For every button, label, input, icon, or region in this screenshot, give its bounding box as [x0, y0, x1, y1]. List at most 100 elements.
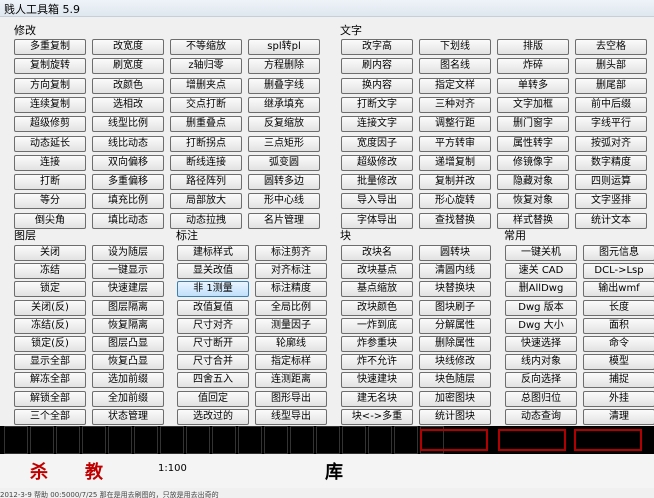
block-button[interactable]: 图块刷子	[419, 299, 491, 316]
modify-button[interactable]: 打断拐点	[170, 135, 242, 152]
modify-button[interactable]: 双向偏移	[92, 154, 164, 171]
layer-button[interactable]: 恢复凸显	[92, 354, 164, 371]
toolbar-icon[interactable]	[134, 426, 158, 454]
block-button[interactable]: 删除属性	[419, 336, 491, 352]
teach-icon[interactable]: 教	[85, 458, 103, 484]
text-button[interactable]: 统计文本	[575, 212, 647, 229]
modify-button[interactable]: 三点矩形	[248, 135, 320, 152]
text-button[interactable]: 字体导出	[341, 212, 413, 229]
toolbar-icon[interactable]	[238, 426, 262, 454]
modify-button[interactable]: 倒尖角	[14, 212, 86, 229]
text-button[interactable]: 形心旋转	[419, 193, 491, 210]
toolbar-icon[interactable]	[108, 426, 132, 454]
layer-button[interactable]: 三个全部	[14, 408, 86, 425]
common-button[interactable]: 快速选择	[505, 336, 577, 352]
block-button[interactable]: 清圆内线	[419, 263, 491, 280]
text-button[interactable]: 打断文字	[341, 96, 413, 113]
block-button[interactable]: 块色随层	[419, 372, 491, 389]
block-button[interactable]: 圆转块	[419, 245, 491, 261]
text-button[interactable]: 宽度因子	[341, 135, 413, 152]
text-button[interactable]: 删门窗字	[497, 116, 569, 133]
toolbar-icon[interactable]	[4, 426, 28, 454]
layer-button[interactable]: 一键显示	[92, 263, 164, 280]
text-button[interactable]: 连接文字	[341, 116, 413, 133]
text-button[interactable]: 换内容	[341, 77, 413, 94]
text-button[interactable]: 删尾部	[575, 77, 647, 94]
layer-button[interactable]: 图层凸显	[92, 336, 164, 352]
annot-button[interactable]: 指定标样	[255, 354, 327, 371]
modify-button[interactable]: 名片管理	[248, 212, 320, 229]
text-button[interactable]: 导入导出	[341, 193, 413, 210]
modify-button[interactable]: 断线连接	[170, 154, 242, 171]
text-button[interactable]: 复制并改	[419, 174, 491, 191]
text-button[interactable]: 批量修改	[341, 174, 413, 191]
block-button[interactable]: 基点缩放	[341, 281, 413, 298]
layer-button[interactable]: 设为随层	[92, 245, 164, 261]
modify-button[interactable]: 连续复制	[14, 96, 86, 113]
text-button[interactable]: 查找替换	[419, 212, 491, 229]
common-button[interactable]: 反向选择	[505, 372, 577, 389]
toolbar-icon[interactable]	[30, 426, 54, 454]
common-button[interactable]: Dwg 版本	[505, 299, 577, 316]
layer-button[interactable]: 恢复隔离	[92, 317, 164, 334]
modify-button[interactable]: 改宽度	[92, 39, 164, 55]
text-button[interactable]: 文字加框	[497, 96, 569, 113]
text-button[interactable]: 隐藏对象	[497, 174, 569, 191]
text-button[interactable]: 刷内容	[341, 58, 413, 75]
text-button[interactable]: 样式替换	[497, 212, 569, 229]
toolbar-icon[interactable]	[290, 426, 314, 454]
modify-button[interactable]: 形中心线	[248, 193, 320, 210]
modify-button[interactable]: z轴归零	[170, 58, 242, 75]
layer-button[interactable]: 锁定	[14, 281, 86, 298]
modify-button[interactable]: 超级修剪	[14, 116, 86, 133]
annot-button[interactable]: 非 1测量	[177, 281, 249, 298]
block-button[interactable]: 改块名	[341, 245, 413, 261]
modify-button[interactable]: 局部放大	[170, 193, 242, 210]
modify-button[interactable]: 改颜色	[92, 77, 164, 94]
scale-label[interactable]: 1:100	[158, 463, 187, 474]
text-button[interactable]: 调整行距	[419, 116, 491, 133]
common-button[interactable]: 总图归位	[505, 390, 577, 407]
text-button[interactable]: 修镜像字	[497, 154, 569, 171]
color-swatch-icon[interactable]	[498, 429, 566, 451]
layer-button[interactable]: 全加前缀	[92, 390, 164, 407]
modify-button[interactable]: 弧变圆	[248, 154, 320, 171]
text-button[interactable]: 恢复对象	[497, 193, 569, 210]
text-button[interactable]: 炸碎	[497, 58, 569, 75]
text-button[interactable]: 图名线	[419, 58, 491, 75]
toolbar-icon[interactable]	[56, 426, 80, 454]
common-button[interactable]: 线内对象	[505, 354, 577, 371]
block-button[interactable]: 炸参重块	[341, 336, 413, 352]
text-button[interactable]: 三种对齐	[419, 96, 491, 113]
modify-button[interactable]: 圆转多边	[248, 174, 320, 191]
modify-button[interactable]: 方向复制	[14, 77, 86, 94]
text-button[interactable]: 数字精度	[575, 154, 647, 171]
toolbar-icon[interactable]	[212, 426, 236, 454]
common-button[interactable]: 删AllDwg	[505, 281, 577, 298]
text-button[interactable]: 文字竖排	[575, 193, 647, 210]
common-button[interactable]: 动态查询	[505, 408, 577, 425]
text-button[interactable]: 排版	[497, 39, 569, 55]
common-button[interactable]: 长度	[583, 299, 654, 316]
annot-button[interactable]: 四舍五入	[177, 372, 249, 389]
modify-button[interactable]: 反复缩放	[248, 116, 320, 133]
modify-button[interactable]: 多重复制	[14, 39, 86, 55]
modify-button[interactable]: spl转pl	[248, 39, 320, 55]
text-button[interactable]: 指定文样	[419, 77, 491, 94]
text-button[interactable]: 递增复制	[419, 154, 491, 171]
layer-button[interactable]: 解锁全部	[14, 390, 86, 407]
block-button[interactable]: 统计图块	[419, 408, 491, 425]
modify-button[interactable]: 路径阵列	[170, 174, 242, 191]
block-button[interactable]: 快速建块	[341, 372, 413, 389]
annot-button[interactable]: 改值复值	[177, 299, 249, 316]
annot-button[interactable]: 测量因子	[255, 317, 327, 334]
text-button[interactable]: 下划线	[419, 39, 491, 55]
text-button[interactable]: 四则运算	[575, 174, 647, 191]
modify-button[interactable]: 填充比例	[92, 193, 164, 210]
toolbar-icon[interactable]	[368, 426, 392, 454]
block-button[interactable]: 炸不允许	[341, 354, 413, 371]
layer-button[interactable]: 选加前缀	[92, 372, 164, 389]
text-button[interactable]: 超级修改	[341, 154, 413, 171]
block-button[interactable]: 块<->多重	[341, 408, 413, 425]
layer-button[interactable]: 显示全部	[14, 354, 86, 371]
